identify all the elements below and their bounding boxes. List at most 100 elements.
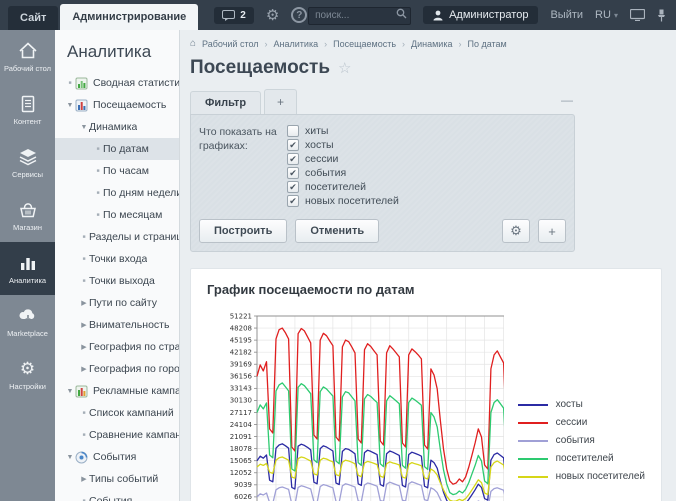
sidebar-item-label: Список кампаний [89,407,174,419]
sidebar-item-посещаемость[interactable]: ▼Посещаемость [55,94,179,116]
filter-collapse-button[interactable]: — [561,93,573,107]
sidebar-item-география-по-странам[interactable]: ▶География по странам [55,336,179,358]
sidebar-item-пути-по-сайту[interactable]: ▶Пути по сайту [55,292,179,314]
triangle-right-icon[interactable]: ▶ [79,343,89,351]
basket-icon [18,200,38,220]
admin-screen: СайтАдминистрирование 2 ⚙ ? [0,0,676,501]
sidebar-item-label: По датам [103,143,149,155]
build-button[interactable]: Построить [199,219,287,243]
triangle-down-icon[interactable]: ▼ [79,124,89,131]
svg-text:6026: 6026 [234,493,252,501]
notifications-button[interactable]: 2 [214,7,254,24]
svg-text:48208: 48208 [230,324,252,332]
breadcrumb-item-0[interactable]: Рабочий стол [202,39,259,49]
desktop-icon[interactable] [630,9,645,21]
logout-link[interactable]: Выйти [550,9,583,21]
checkbox-checked[interactable]: ✔ [287,167,299,179]
triangle-down-icon[interactable]: ▼ [65,388,75,395]
sidebar-item-точки-входа[interactable]: ■Точки входа [55,248,179,270]
triangle-down-icon[interactable]: ▼ [65,102,75,109]
rail-item-настройки[interactable]: ⚙Настройки [0,348,55,401]
svg-text:12052: 12052 [230,469,252,477]
rail-item-сервисы[interactable]: Сервисы [0,136,55,189]
pin-icon[interactable] [657,9,666,22]
sidebar-item-сравнение-кампаний[interactable]: ■Сравнение кампаний [55,424,179,446]
sidebar-item-по-дням-недели[interactable]: ■По дням недели [55,182,179,204]
sidebar-item-по-часам[interactable]: ■По часам [55,160,179,182]
sidebar-item-сводная-статистика[interactable]: ■Сводная статистика [55,72,179,94]
events-icon [75,451,90,464]
topbar-tab-1[interactable]: Администрирование [60,4,198,30]
breadcrumb-item-4[interactable]: По датам [467,39,506,49]
filter-tab[interactable]: Фильтр [190,91,261,114]
legend-swatch [518,404,548,406]
sidebar-item-по-месяцам[interactable]: ■По месяцам [55,204,179,226]
sidebar-item-точки-выхода[interactable]: ■Точки выхода [55,270,179,292]
checkbox-checked[interactable]: ✔ [287,153,299,165]
bullet-icon: ■ [93,168,103,174]
traffic-icon [75,99,90,112]
breadcrumb-item-2[interactable]: Посещаемость [333,39,396,49]
breadcrumb-item-3[interactable]: Динамика [411,39,452,49]
filter-settings-button[interactable]: ⚙ [502,219,530,243]
sidebar-item-список-кампаний[interactable]: ■Список кампаний [55,402,179,424]
checkbox-unchecked[interactable] [287,125,299,137]
legend-item-новых-посетителей: новых посетителей [518,471,645,482]
rail-item-рабочий-стол[interactable]: Рабочий стол [0,30,55,83]
legend-label: посетителей [556,453,614,464]
topbar-right: Администратор Выйти RU ▾ [308,0,676,30]
svg-text:24104: 24104 [230,421,253,429]
triangle-right-icon[interactable]: ▶ [79,299,89,307]
svg-text:42182: 42182 [230,348,252,356]
help-icon[interactable]: ? [291,7,307,23]
ad-campaigns-icon [75,385,90,398]
bullet-icon: ■ [93,212,103,218]
rail-item-магазин[interactable]: Магазин [0,189,55,242]
breadcrumb-item-1[interactable]: Аналитика [274,39,319,49]
breadcrumb-home-icon[interactable]: ⌂ [190,38,196,49]
svg-text:36156: 36156 [230,373,253,381]
checkbox-checked[interactable]: ✔ [287,195,299,207]
cancel-button[interactable]: Отменить [295,219,379,243]
language-selector[interactable]: RU ▾ [595,9,618,21]
triangle-right-icon[interactable]: ▶ [79,365,89,373]
legend-item-посетителей: посетителей [518,453,645,464]
triangle-right-icon[interactable]: ▶ [79,321,89,329]
bullet-icon: ■ [65,80,75,86]
summary-stats-icon [75,77,90,90]
topbar-icons: 2 ⚙ ? [214,0,307,30]
filter-option-сессии: ✔сессии [287,153,399,165]
checkbox-checked[interactable]: ✔ [287,139,299,151]
svg-text:39169: 39169 [230,361,252,369]
sidebar-item-события[interactable]: ■События [55,490,179,501]
sidebar-item-разделы-и-страницы[interactable]: ■Разделы и страницы [55,226,179,248]
user-menu-button[interactable]: Администратор [423,6,538,24]
triangle-right-icon[interactable]: ▶ [79,475,89,483]
rail-item-label: Marketplace [7,329,48,338]
sidebar-item-динамика[interactable]: ▼Динамика [55,116,179,138]
sidebar-item-события[interactable]: ▼События [55,446,179,468]
legend-label: новых посетителей [556,471,645,482]
home-icon [18,41,38,61]
filter-actions: Построить Отменить ⚙ + [199,219,566,243]
rail-item-контент[interactable]: Контент [0,83,55,136]
topbar-tab-0[interactable]: Сайт [8,6,58,30]
sidebar-item-label: География по странам [89,341,179,353]
rail-item-marketplace[interactable]: Marketplace [0,295,55,348]
favorite-star-icon[interactable]: ☆ [338,59,351,77]
sidebar-item-типы-событий[interactable]: ▶Типы событий [55,468,179,490]
sidebar-item-внимательность[interactable]: ▶Внимательность [55,314,179,336]
triangle-down-icon[interactable]: ▼ [65,454,75,461]
sidebar-item-рекламные-кампании[interactable]: ▼Рекламные кампании [55,380,179,402]
checkbox-checked[interactable]: ✔ [287,181,299,193]
sidebar-item-label: Разделы и страницы [89,231,179,243]
filter-add-button[interactable]: + [538,219,566,243]
rail-item-аналитика[interactable]: Аналитика [0,242,55,295]
breadcrumb-separator: › [458,39,461,49]
add-filter-tab-button[interactable]: + [264,89,297,114]
visits-line-chart: 0301360269039120521506518078210912410427… [207,311,504,501]
sidebar-item-по-датам[interactable]: ■По датам [55,138,179,160]
sidebar-item-география-по-городам[interactable]: ▶География по городам [55,358,179,380]
settings-top-icon[interactable]: ⚙ [266,8,279,23]
svg-text:27117: 27117 [230,409,252,417]
